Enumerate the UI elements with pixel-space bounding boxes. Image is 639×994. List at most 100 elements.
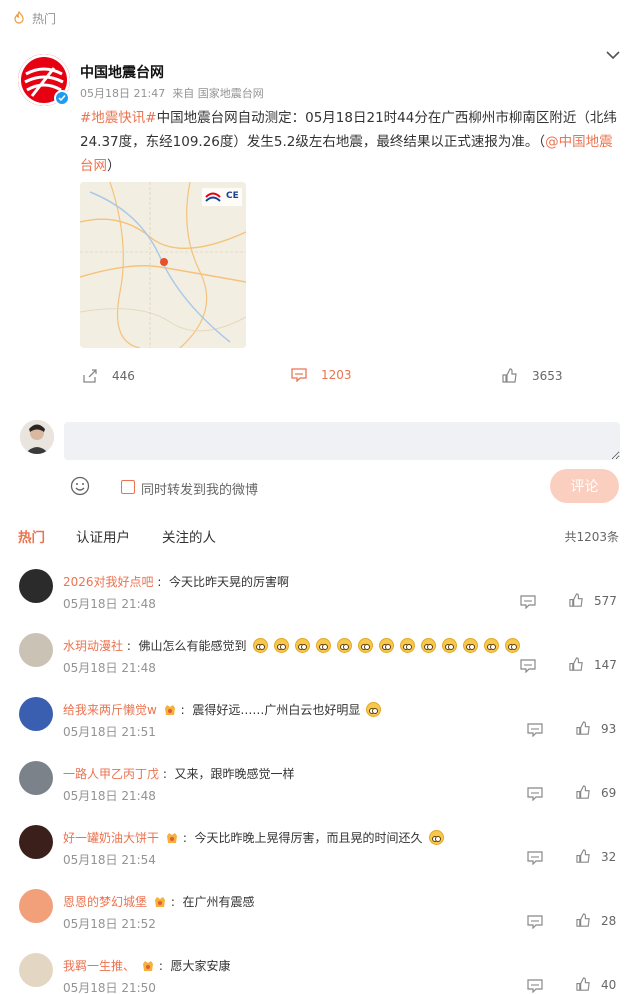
thumbs-up-icon [576, 913, 590, 927]
thumbs-up-icon [576, 849, 590, 863]
scream-emoji-icon [428, 830, 444, 845]
like-button[interactable]: 3653 [502, 368, 563, 384]
colon: : [179, 830, 195, 845]
fan-badge-icon [165, 831, 179, 845]
tab-hot[interactable]: 热门 [18, 526, 45, 546]
emoji-icon [462, 638, 478, 653]
fan-badge-icon [153, 895, 167, 909]
commenter-name[interactable]: 我羁一生推、 [63, 957, 135, 974]
comment-time: 05月18日 21:51 [63, 725, 156, 739]
comment-like-button[interactable]: 577 [569, 593, 617, 608]
comment-time: 05月18日 21:50 [63, 981, 156, 994]
tab-following[interactable]: 关注的人 [162, 526, 216, 546]
comment-like-count: 69 [601, 785, 617, 800]
comment-like-button[interactable]: 93 [576, 721, 616, 736]
commenter-avatar[interactable] [19, 569, 53, 603]
commenter-avatar[interactable] [19, 953, 53, 987]
colon: : [176, 702, 193, 717]
commenter-name[interactable]: 2026对我好点吧 [63, 573, 154, 590]
tab-verified[interactable]: 认证用户 [76, 526, 130, 546]
thumbs-up-icon [576, 721, 590, 735]
repost-count: 446 [112, 369, 135, 383]
commenter-name[interactable]: 给我来两斤懒觉w [63, 701, 157, 718]
emoji-icon [420, 638, 436, 653]
commenter-name[interactable]: 水玥动漫社 [63, 637, 123, 654]
reply-icon[interactable] [527, 723, 543, 738]
commenter-avatar[interactable] [19, 825, 53, 859]
fan-badge-icon [141, 959, 155, 973]
commenter-avatar[interactable] [19, 761, 53, 795]
reply-icon[interactable] [527, 979, 543, 994]
comment-item: 给我来两斤懒觉w : 震得好远……广州白云也好明显 05月18日 21:51 9… [0, 697, 639, 757]
comment-like-button[interactable]: 69 [576, 785, 616, 800]
post-body: 中国地震台网自动测定：05月18日21时44分在广西柳州市柳南区附近（北纬24.… [80, 110, 617, 150]
post-source[interactable]: 来自 国家地震台网 [172, 87, 264, 100]
emoji-icon[interactable] [70, 476, 90, 496]
earthquake-map-image[interactable]: CE [80, 182, 246, 348]
repost-button[interactable]: 446 [82, 368, 135, 384]
comment-like-button[interactable]: 147 [569, 657, 617, 672]
thumbs-up-icon [569, 657, 583, 671]
commenter-name[interactable]: 恩恩的梦幻城堡 [63, 893, 147, 910]
scream-emoji-icon [366, 702, 382, 717]
post-time[interactable]: 05月18日 21:47 [80, 87, 165, 100]
comment-icon [291, 368, 307, 382]
colon: : [167, 894, 183, 909]
comment-line: 水玥动漫社 : 佛山怎么有能感觉到 [63, 637, 520, 654]
comment-time: 05月18日 21:48 [63, 661, 156, 675]
hashtag-link[interactable]: #地震快讯# [80, 110, 157, 126]
comment-line: 我羁一生推、 : 愿大家安康 [63, 957, 231, 974]
my-avatar[interactable] [20, 420, 54, 454]
comment-line: 2026对我好点吧 : 今天比昨天晃的厉害啊 [63, 573, 289, 590]
comment-like-button[interactable]: 28 [576, 913, 616, 928]
reply-icon[interactable] [527, 851, 543, 866]
commenter-name[interactable]: 一路人甲乙丙丁戊 [63, 765, 159, 782]
comment-item: 水玥动漫社 : 佛山怎么有能感觉到 05月18日 21:48 147 [0, 633, 639, 693]
commenter-avatar[interactable] [19, 697, 53, 731]
chevron-down-icon[interactable] [604, 48, 622, 62]
comment-item: 恩恩的梦幻城堡 : 在广州有震感 05月18日 21:52 28 [0, 889, 639, 949]
commenter-avatar[interactable] [19, 633, 53, 667]
emoji-icon [294, 638, 310, 653]
comment-like-count: 577 [594, 593, 617, 608]
submit-comment-button[interactable]: 评论 [550, 469, 619, 503]
comment-text: 震得好远……广州白云也好明显 [192, 703, 361, 717]
colon: : [155, 958, 171, 973]
reply-icon[interactable] [527, 915, 543, 930]
post-author-name[interactable]: 中国地震台网 [80, 62, 164, 82]
reply-icon[interactable] [527, 787, 543, 802]
comment-line: 恩恩的梦幻城堡 : 在广州有震感 [63, 893, 255, 910]
reply-icon[interactable] [520, 595, 536, 610]
comment-text: 又来，跟昨晚感觉一样 [174, 767, 295, 781]
comment-item: 2026对我好点吧 : 今天比昨天晃的厉害啊 05月18日 21:48 577 [0, 569, 639, 629]
comment-time: 05月18日 21:52 [63, 917, 156, 931]
emoji-icon [357, 638, 373, 653]
comment-like-button[interactable]: 40 [576, 977, 616, 992]
forward-checkbox[interactable] [121, 480, 135, 494]
emoji-icon [273, 638, 289, 653]
thumbs-up-icon [576, 785, 590, 799]
comment-time: 05月18日 21:48 [63, 597, 156, 611]
comment-tabs: 热门 认证用户 关注的人 共1203条 [0, 526, 639, 548]
forward-label: 同时转发到我的微博 [141, 483, 259, 498]
comment-text: 在广州有震感 [182, 895, 255, 909]
comment-button[interactable]: 1203 [291, 368, 352, 382]
comment-input[interactable] [64, 422, 620, 460]
emoji-icon [336, 638, 352, 653]
comment-like-count: 147 [594, 657, 617, 672]
reply-icon[interactable] [520, 659, 536, 674]
comment-line: 一路人甲乙丙丁戊 : 又来，跟昨晚感觉一样 [63, 765, 295, 782]
emoji-icon [441, 638, 457, 653]
comment-text: 今天比昨天晃的厉害啊 [169, 575, 290, 589]
thumbs-up-icon [569, 593, 583, 607]
colon: : [159, 766, 175, 781]
commenter-name[interactable]: 好一罐奶油大饼干 [63, 829, 159, 846]
emoji-icon [378, 638, 394, 653]
commenter-avatar[interactable] [19, 889, 53, 923]
comment-text: 佛山怎么有能感觉到 [138, 639, 247, 653]
emoji-icon [504, 638, 520, 653]
colon: : [123, 638, 139, 653]
comment-text: 愿大家安康 [170, 959, 231, 973]
comment-total: 共1203条 [564, 530, 619, 544]
comment-like-button[interactable]: 32 [576, 849, 616, 864]
